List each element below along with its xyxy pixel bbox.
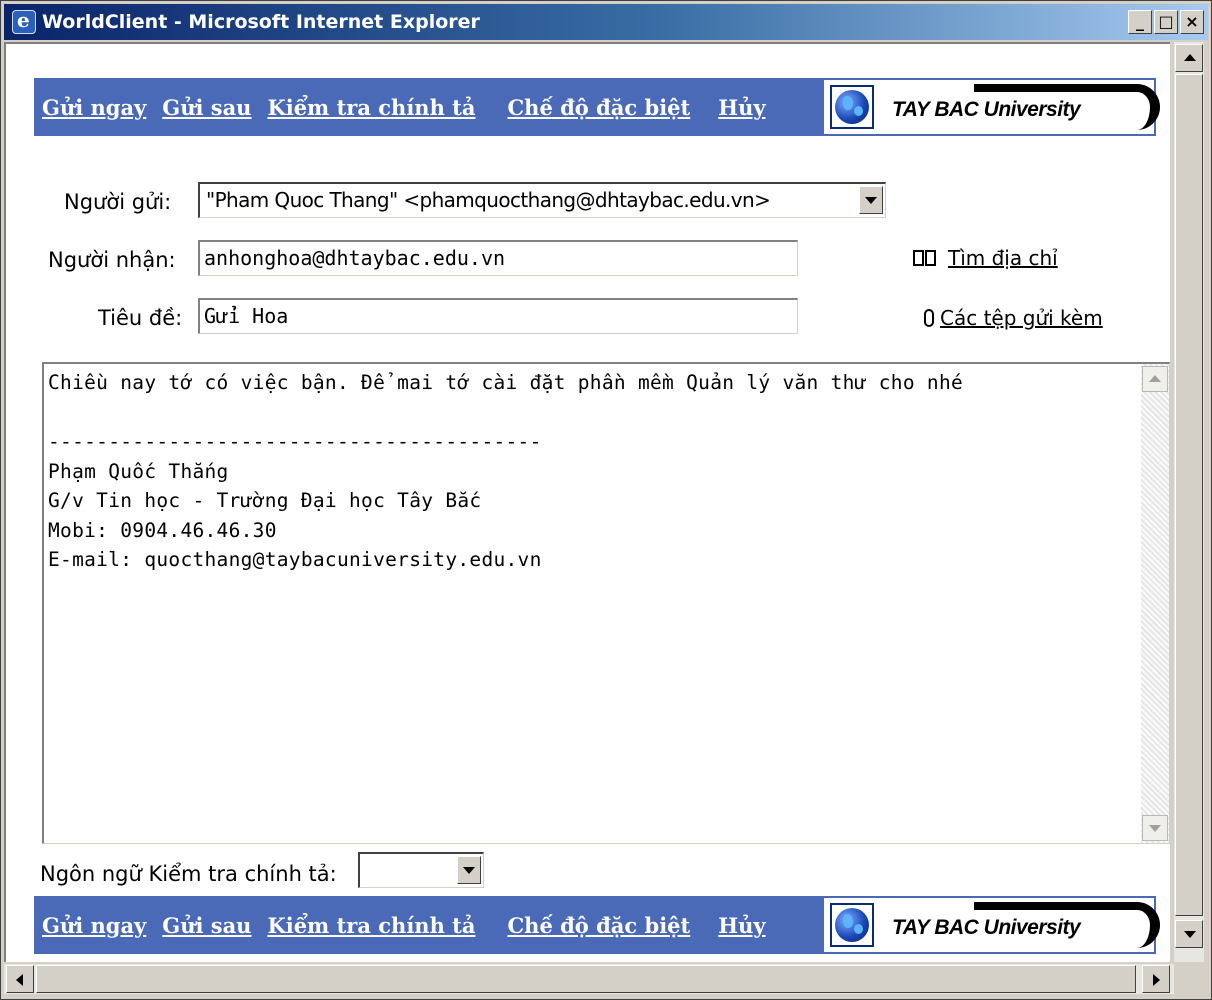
chevron-down-icon[interactable] xyxy=(859,186,883,214)
scrollbar-corner xyxy=(1174,964,1204,994)
scroll-thumb[interactable] xyxy=(36,965,1136,993)
maximize-button[interactable]: □ xyxy=(1154,10,1178,34)
find-address-link[interactable]: Tìm địa chỉ xyxy=(912,246,1058,270)
scroll-left-button[interactable] xyxy=(6,965,34,993)
send-later-link[interactable]: Gửi sau xyxy=(162,913,251,938)
spell-check-link[interactable]: Kiểm tra chính tả xyxy=(267,913,475,938)
window-title: WorldClient - Microsoft Internet Explore… xyxy=(42,11,480,33)
chevron-down-icon[interactable] xyxy=(457,856,481,884)
top-toolbar: Gửi ngay Gửi sau Kiểm tra chính tả Chế đ… xyxy=(34,78,1160,136)
page-content: Gửi ngay Gửi sau Kiểm tra chính tả Chế đ… xyxy=(4,42,1170,962)
to-label: Người nhận: xyxy=(48,248,176,272)
message-body[interactable]: Chiều nay tớ có việc bận. Để mai tớ cài … xyxy=(42,362,1170,844)
paperclip-icon xyxy=(924,309,934,327)
page-vertical-scrollbar[interactable] xyxy=(1174,42,1204,962)
message-text: Chiều nay tớ có việc bận. Để mai tớ cài … xyxy=(48,371,964,571)
attachments-link[interactable]: Các tệp gửi kèm xyxy=(924,306,1103,330)
book-icon xyxy=(912,248,938,268)
scroll-down-button[interactable] xyxy=(1142,815,1168,841)
to-input[interactable]: anhonghoa@dhtaybac.edu.vn xyxy=(198,240,798,276)
special-mode-link[interactable]: Chế độ đặc biệt xyxy=(507,913,690,938)
find-address-label: Tìm địa chỉ xyxy=(948,246,1058,270)
from-label: Người gửi: xyxy=(64,190,172,214)
globe-icon xyxy=(830,85,874,129)
send-now-link[interactable]: Gửi ngay xyxy=(42,95,146,120)
spellcheck-language-select[interactable] xyxy=(358,852,484,888)
page-horizontal-scrollbar[interactable] xyxy=(4,964,1174,994)
subject-input[interactable]: Gửi Hoa xyxy=(198,298,798,334)
bottom-toolbar: Gửi ngay Gửi sau Kiểm tra chính tả Chế đ… xyxy=(34,896,1160,954)
cancel-link[interactable]: Hủy xyxy=(718,95,765,120)
send-later-link[interactable]: Gửi sau xyxy=(162,95,251,120)
logo-text: TAY BAC University xyxy=(892,916,1085,940)
scroll-right-button[interactable] xyxy=(1142,965,1170,993)
scroll-down-button[interactable] xyxy=(1175,920,1203,948)
send-now-link[interactable]: Gửi ngay xyxy=(42,913,146,938)
message-scrollbar[interactable] xyxy=(1141,364,1169,843)
logo-text: TAY BAC University xyxy=(892,98,1085,122)
scroll-thumb[interactable] xyxy=(1175,74,1203,916)
from-value: "Pham Quoc Thang" <phamquocthang@dhtayba… xyxy=(206,188,771,212)
university-logo: TAY BAC University xyxy=(822,896,1160,954)
minimize-button[interactable]: _ xyxy=(1128,10,1152,34)
window-controls: _ □ × xyxy=(1128,10,1204,34)
attachments-label: Các tệp gửi kèm xyxy=(940,306,1103,330)
scroll-up-button[interactable] xyxy=(1175,44,1203,72)
close-button[interactable]: × xyxy=(1180,10,1204,34)
cancel-link[interactable]: Hủy xyxy=(718,913,765,938)
ie-icon xyxy=(12,8,36,34)
spell-check-link[interactable]: Kiểm tra chính tả xyxy=(267,95,475,120)
spellcheck-language-label: Ngôn ngữ Kiểm tra chính tả: xyxy=(40,862,337,886)
special-mode-link[interactable]: Chế độ đặc biệt xyxy=(507,95,690,120)
from-select[interactable]: "Pham Quoc Thang" <phamquocthang@dhtayba… xyxy=(198,182,886,218)
scroll-up-button[interactable] xyxy=(1142,366,1168,392)
subject-label: Tiêu đề: xyxy=(98,306,183,330)
globe-icon xyxy=(830,903,874,947)
university-logo: TAY BAC University xyxy=(822,78,1160,136)
title-bar: WorldClient - Microsoft Internet Explore… xyxy=(4,4,1208,40)
